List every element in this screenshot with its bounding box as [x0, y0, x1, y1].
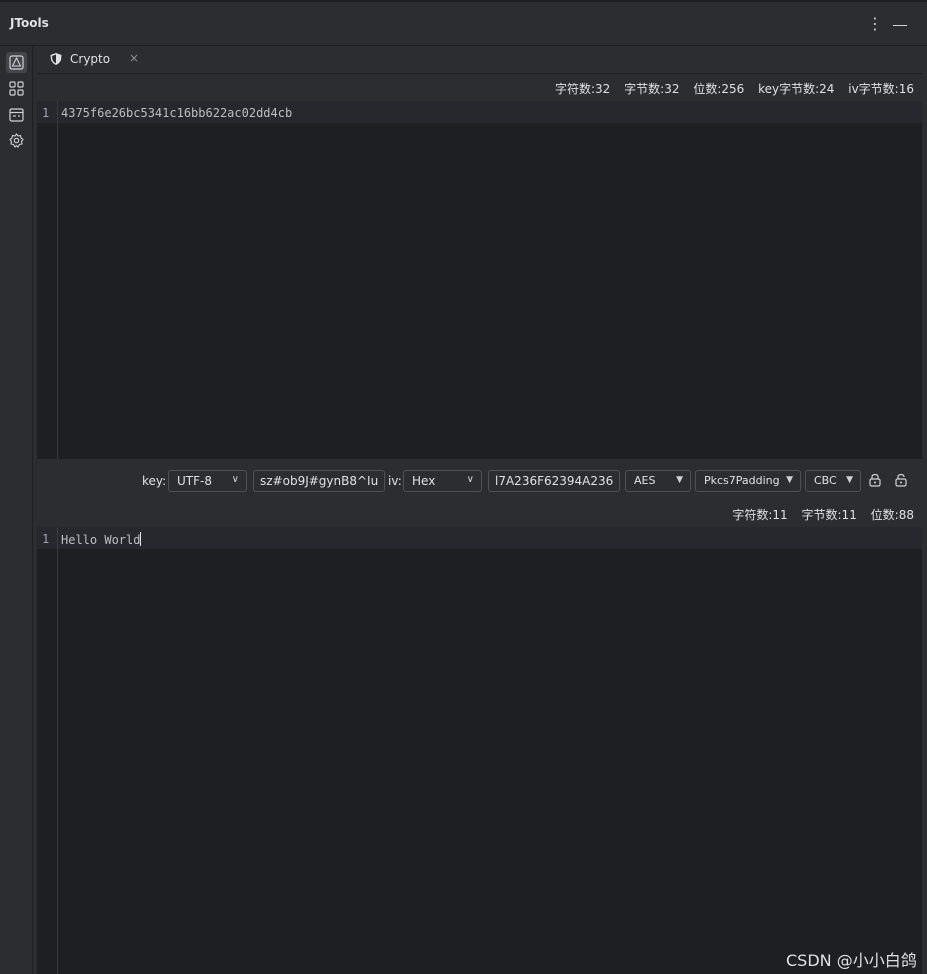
- output-editor[interactable]: 1 4375f6e26bc5341c16bb622ac02dd4cb: [37, 101, 922, 459]
- algorithm-select[interactable]: AES ▼: [625, 470, 691, 492]
- iv-encoding-value: Hex: [412, 474, 436, 488]
- iv-label: iv:: [388, 474, 402, 488]
- input-text-line: Hello World: [61, 532, 142, 547]
- mode-select[interactable]: CBC ▼: [805, 470, 861, 492]
- tab-bar: Crypto ×: [37, 46, 922, 74]
- dropdown-arrow-icon: ▼: [676, 475, 683, 485]
- line-gutter: 1: [37, 101, 58, 459]
- padding-value: Pkcs7Padding: [704, 474, 780, 487]
- output-byte-count: 字节数:32: [624, 82, 680, 96]
- output-stats: 字符数:32 字节数:32 位数:256 key字节数:24 iv字节数:16: [545, 80, 914, 97]
- output-char-count: 字符数:32: [555, 82, 611, 96]
- key-label: key:: [142, 474, 167, 488]
- title-bar: JTools ⋮: [0, 0, 927, 46]
- input-char-count: 字符数:11: [732, 508, 788, 522]
- gear-icon[interactable]: [6, 130, 27, 151]
- key-byte-count: key字节数:24: [758, 82, 835, 96]
- output-text: 4375f6e26bc5341c16bb622ac02dd4cb: [61, 106, 293, 120]
- iv-input[interactable]: [488, 470, 620, 492]
- chevron-down-icon: ∨: [231, 474, 239, 485]
- app-title: JTools: [10, 16, 49, 30]
- dropdown-arrow-icon: ▼: [846, 475, 853, 485]
- right-edge: [922, 74, 927, 974]
- line-number: 1: [42, 106, 50, 120]
- iv-byte-count: iv字节数:16: [848, 82, 914, 96]
- current-line-highlight: [37, 527, 922, 549]
- input-byte-count: 字节数:11: [801, 508, 857, 522]
- encrypt-lock-icon[interactable]: [868, 473, 884, 489]
- tab-label: Crypto: [70, 52, 111, 66]
- chevron-down-icon: ∨: [466, 474, 474, 485]
- input-text: Hello World: [61, 533, 141, 547]
- key-encoding-select[interactable]: UTF-8 ∨: [168, 470, 247, 492]
- input-stats: 字符数:11 字节数:11 位数:88: [722, 506, 914, 523]
- minimize-icon[interactable]: [893, 25, 907, 26]
- iv-field[interactable]: [489, 471, 619, 491]
- output-bit-count: 位数:256: [693, 82, 745, 96]
- line-gutter: 1: [37, 527, 58, 974]
- key-encoding-value: UTF-8: [177, 474, 212, 488]
- crypto-toolbar: key: UTF-8 ∨ iv: Hex ∨ AES ▼ Pkcs7Paddin…: [37, 466, 922, 496]
- line-number: 1: [42, 532, 50, 546]
- mode-value: CBC: [814, 474, 837, 487]
- sidebar: [0, 46, 33, 974]
- dropdown-arrow-icon: ▼: [786, 475, 793, 485]
- iv-encoding-select[interactable]: Hex ∨: [403, 470, 482, 492]
- more-options-icon[interactable]: ⋮: [866, 14, 884, 34]
- grid-apps-icon[interactable]: [6, 78, 27, 99]
- algorithm-value: AES: [634, 474, 656, 487]
- decrypt-lock-icon[interactable]: [894, 473, 910, 489]
- key-field[interactable]: [254, 471, 384, 491]
- watermark: CSDN @小小白鸽: [786, 951, 917, 970]
- calendar-icon[interactable]: [6, 104, 27, 125]
- close-icon[interactable]: ×: [129, 51, 139, 65]
- shield-icon: [49, 52, 63, 69]
- input-editor[interactable]: 1 Hello World: [37, 527, 922, 974]
- text-caret: [140, 532, 142, 546]
- key-input[interactable]: [253, 470, 385, 492]
- padding-select[interactable]: Pkcs7Padding ▼: [695, 470, 801, 492]
- crypto-tool-icon[interactable]: [6, 52, 27, 73]
- input-bit-count: 位数:88: [870, 508, 914, 522]
